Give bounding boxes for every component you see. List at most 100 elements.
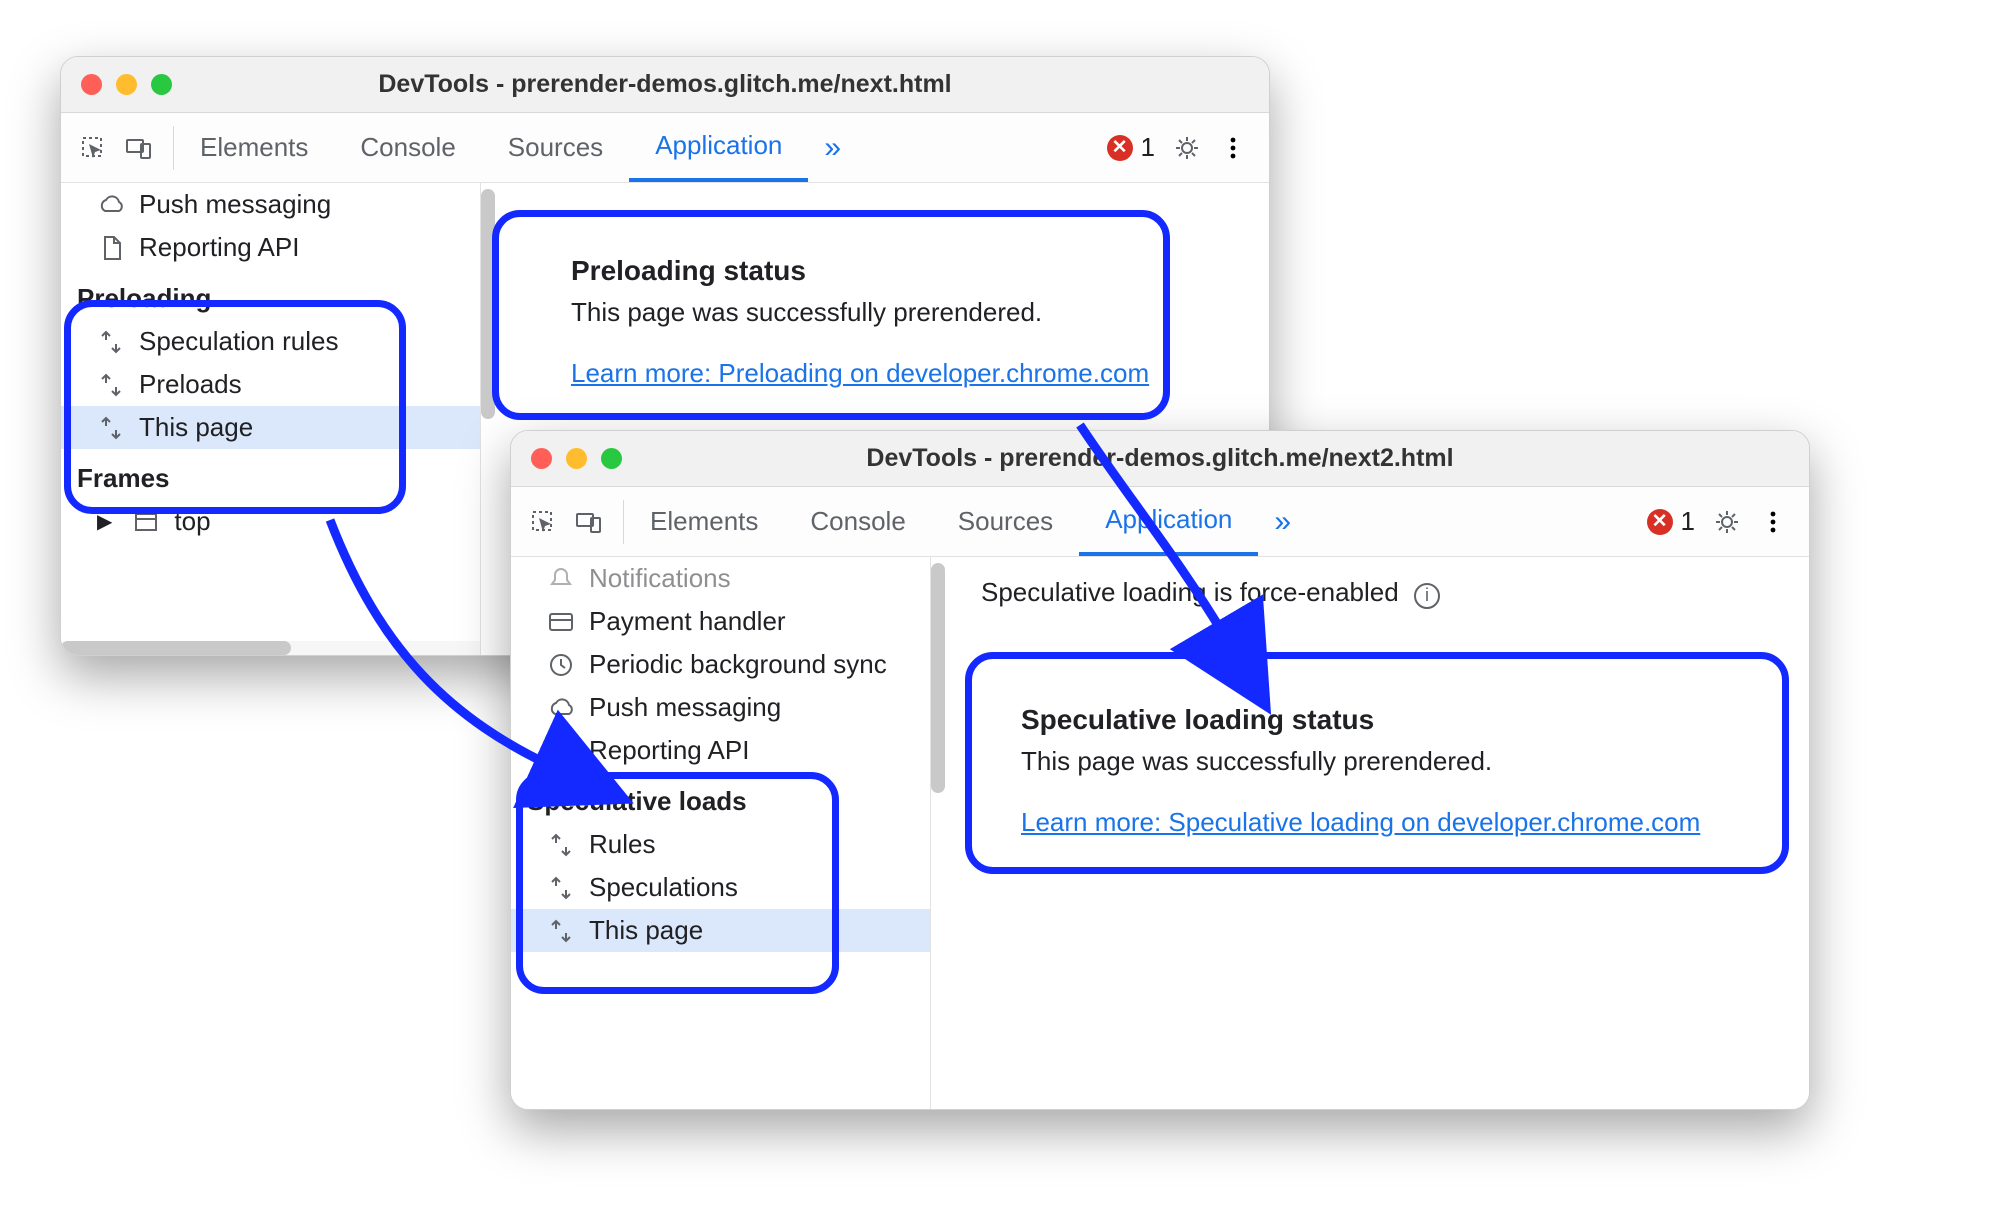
updown-icon [97,414,125,442]
tab-console[interactable]: Console [784,487,931,556]
sidebar-item-label: Push messaging [139,189,331,220]
expand-arrow-icon[interactable]: ▶ [97,509,112,534]
horizontal-scrollbar[interactable] [61,641,480,655]
devtools-window-after: DevTools - prerender-demos.glitch.me/nex… [510,430,1810,1110]
gear-icon[interactable] [1713,508,1741,536]
sidebar-section-preloading[interactable]: Preloading [61,269,480,320]
sidebar-item-notifications[interactable]: Notifications [511,557,930,600]
device-icon[interactable] [575,508,603,536]
updown-icon [547,917,575,945]
window-controls [531,448,622,469]
sidebar-item-payment[interactable]: Payment handler [511,600,930,643]
sidebar-item-label: Reporting API [139,232,299,263]
sidebar-item-label: This page [139,412,253,443]
preloading-status-link[interactable]: Learn more: Preloading on developer.chro… [571,358,1149,388]
updown-icon [547,831,575,859]
sidebar-item-label: Rules [589,829,655,860]
sidebar-item-label: top [174,506,210,537]
tab-application[interactable]: Application [1079,487,1258,556]
sidebar-item-speculation-rules[interactable]: Speculation rules [61,320,480,363]
sidebar: Push messaging Reporting API Preloading … [61,183,481,655]
frame-icon [132,508,160,536]
sidebar-section-speculative-loads[interactable]: Speculative loads [511,772,930,823]
tab-strip: Elements Console Sources Application » ✕… [511,487,1809,557]
tab-elements[interactable]: Elements [624,487,784,556]
vertical-scrollbar[interactable] [481,189,495,419]
clock-icon [547,651,575,679]
sidebar-item-label: Periodic background sync [589,649,887,680]
sidebar-item-periodic[interactable]: Periodic background sync [511,643,930,686]
sidebar-item-label: Payment handler [589,606,786,637]
sidebar-item-label: Preloads [139,369,242,400]
error-count-value: 1 [1141,132,1155,163]
top-notice-text: Speculative loading is force-enabled [981,577,1399,607]
updown-icon [547,874,575,902]
device-icon[interactable] [125,134,153,162]
vertical-scrollbar[interactable] [931,563,945,793]
error-count[interactable]: ✕ 1 [1107,132,1155,163]
speculative-loading-status-body: This page was successfully prerendered. [1021,746,1739,777]
sidebar-item-speculations[interactable]: Speculations [511,866,930,909]
minimize-icon[interactable] [566,448,587,469]
sidebar-item-label: Push messaging [589,692,781,723]
sidebar-item-push[interactable]: Push messaging [511,686,930,729]
tabs-overflow[interactable]: » [1258,505,1307,539]
updown-icon [97,328,125,356]
sidebar: Notifications Payment handler Periodic b… [511,557,931,1109]
sidebar-item-label: Speculations [589,872,738,903]
minimize-icon[interactable] [116,74,137,95]
close-icon[interactable] [81,74,102,95]
sidebar-item-rules[interactable]: Rules [511,823,930,866]
sidebar-item-label: Reporting API [589,735,749,766]
speculative-loading-status-link[interactable]: Learn more: Speculative loading on devel… [1021,807,1700,837]
info-icon[interactable]: i [1414,583,1440,609]
preloading-status-heading: Preloading status [571,255,1199,287]
speculative-loading-status-heading: Speculative loading status [1021,704,1739,736]
sidebar-item-preloads[interactable]: Preloads [61,363,480,406]
sidebar-item-label: Notifications [589,563,731,594]
window-title: DevTools - prerender-demos.glitch.me/nex… [531,444,1789,473]
window-title: DevTools - prerender-demos.glitch.me/nex… [81,70,1249,99]
error-count[interactable]: ✕ 1 [1647,506,1695,537]
bell-icon [547,565,575,593]
tabs-overflow[interactable]: » [808,131,857,165]
main-panel: Speculative loading is force-enabled i S… [931,557,1809,1109]
more-icon[interactable] [1759,508,1787,536]
error-count-value: 1 [1681,506,1695,537]
sidebar-item-label: This page [589,915,703,946]
sidebar-item-label: Speculation rules [139,326,338,357]
file-icon [547,737,575,765]
titlebar: DevTools - prerender-demos.glitch.me/nex… [61,57,1269,113]
sidebar-item-this-page[interactable]: This page [61,406,480,449]
sidebar-section-frames[interactable]: Frames [61,449,480,500]
inspect-icon[interactable] [529,508,557,536]
gear-icon[interactable] [1173,134,1201,162]
tab-elements[interactable]: Elements [174,113,334,182]
error-icon: ✕ [1647,509,1673,535]
tab-application[interactable]: Application [629,113,808,182]
updown-icon [97,371,125,399]
sidebar-item-this-page[interactable]: This page [511,909,930,952]
sidebar-item-reporting[interactable]: Reporting API [61,226,480,269]
cloud-icon [97,191,125,219]
preloading-status-body: This page was successfully prerendered. [571,297,1199,328]
sidebar-item-push[interactable]: Push messaging [61,183,480,226]
titlebar: DevTools - prerender-demos.glitch.me/nex… [511,431,1809,487]
cloud-icon [547,694,575,722]
file-icon [97,234,125,262]
tab-strip: Elements Console Sources Application » ✕… [61,113,1269,183]
maximize-icon[interactable] [151,74,172,95]
inspect-icon[interactable] [79,134,107,162]
error-icon: ✕ [1107,135,1133,161]
tab-console[interactable]: Console [334,113,481,182]
more-icon[interactable] [1219,134,1247,162]
window-controls [81,74,172,95]
maximize-icon[interactable] [601,448,622,469]
card-icon [547,608,575,636]
sidebar-item-frames-top[interactable]: ▶ top [61,500,480,543]
tab-sources[interactable]: Sources [482,113,629,182]
tab-sources[interactable]: Sources [932,487,1079,556]
close-icon[interactable] [531,448,552,469]
sidebar-item-reporting[interactable]: Reporting API [511,729,930,772]
top-notice: Speculative loading is force-enabled i [981,577,1440,609]
